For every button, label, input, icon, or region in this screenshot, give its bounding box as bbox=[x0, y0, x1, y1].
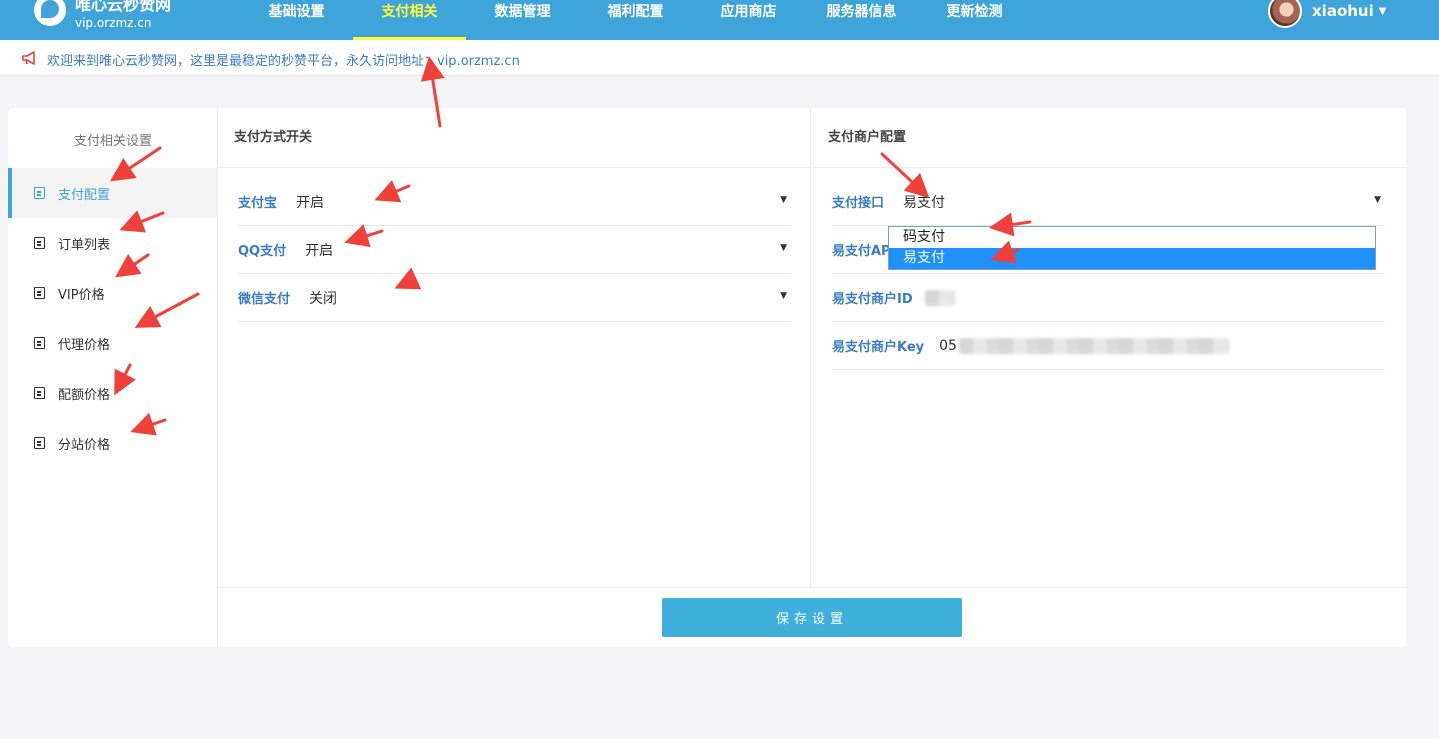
redacted-value bbox=[958, 337, 1229, 354]
sidebar-title: 支付相关设置 bbox=[73, 134, 152, 149]
sidebar: 支付相关设置 支付配置 订单列表 VIP价格 代理价格 配额价格 分站价格 bbox=[8, 108, 218, 647]
nav-server-info[interactable]: 服务器信息 bbox=[805, 0, 918, 40]
main-nav: 基础设置 支付相关 数据管理 福利配置 应用商店 服务器信息 更新检测 bbox=[240, 0, 1031, 40]
field-label: 支付宝 bbox=[238, 196, 278, 211]
dropdown-option-selected[interactable]: 易支付 bbox=[889, 248, 1375, 269]
sidebar-item-label: VIP价格 bbox=[58, 287, 105, 303]
caret-down-icon[interactable]: ▼ bbox=[780, 291, 787, 301]
document-icon bbox=[34, 187, 45, 199]
brand[interactable]: 唯心云秒赞网 vip.orzmz.cn bbox=[75, 0, 171, 31]
payment-interface-select[interactable]: 支付接口 易支付 ▼ bbox=[832, 178, 1385, 226]
avatar[interactable] bbox=[1268, 0, 1302, 28]
sidebar-item-vip-price[interactable]: VIP价格 bbox=[8, 268, 217, 318]
nav-welfare-config[interactable]: 福利配置 bbox=[579, 0, 692, 40]
select-value[interactable]: 易支付 bbox=[903, 192, 945, 212]
merchant-key-field[interactable]: 易支付商户Key 05 bbox=[832, 322, 1385, 370]
document-icon bbox=[34, 237, 45, 249]
sidebar-item-quota-price[interactable]: 配额价格 bbox=[8, 368, 217, 418]
field-label: 易支付AP bbox=[832, 244, 891, 259]
redacted-value bbox=[924, 289, 955, 306]
save-settings-button[interactable]: 保存设置 bbox=[662, 598, 962, 637]
top-navbar: 唯心云秒赞网 vip.orzmz.cn 基础设置 支付相关 数据管理 福利配置 … bbox=[0, 0, 1439, 40]
field-label: 易支付商户ID bbox=[832, 292, 913, 307]
sidebar-item-payment-config[interactable]: 支付配置 bbox=[8, 168, 217, 218]
sidebar-item-agent-price[interactable]: 代理价格 bbox=[8, 318, 217, 368]
brand-title: 唯心云秒赞网 bbox=[75, 0, 172, 14]
payment-interface-dropdown: 码支付 易支付 bbox=[888, 226, 1376, 270]
notice-text: 欢迎来到唯心云秒赞网，这里是最稳定的秒赞平台，永久访问地址：vip.orzmz.… bbox=[47, 54, 520, 69]
select-value[interactable]: 关闭 bbox=[309, 288, 337, 308]
wechatpay-select[interactable]: 微信支付 关闭 ▼ bbox=[238, 274, 791, 322]
nav-app-store[interactable]: 应用商店 bbox=[692, 0, 805, 40]
select-value[interactable]: 开启 bbox=[305, 240, 333, 260]
sidebar-item-label: 配额价格 bbox=[58, 387, 111, 403]
document-icon bbox=[34, 387, 45, 399]
payment-switch-panel: 支付方式开关 支付宝 开启 ▼ QQ支付 开启 ▼ 微信支付 关闭 ▼ bbox=[218, 108, 811, 588]
document-icon bbox=[34, 337, 45, 349]
document-icon bbox=[34, 437, 45, 449]
settings-card: 支付相关设置 支付配置 订单列表 VIP价格 代理价格 配额价格 分站价格 支付… bbox=[8, 108, 1406, 647]
merchant-config-panel: 支付商户配置 支付接口 易支付 ▼ 易支付AP 易支付商户ID 易支付商户Key… bbox=[812, 108, 1406, 588]
dropdown-option[interactable]: 码支付 bbox=[889, 227, 1375, 248]
caret-down-icon[interactable]: ▼ bbox=[780, 243, 787, 253]
select-value[interactable]: 开启 bbox=[296, 192, 324, 212]
caret-down-icon[interactable]: ▼ bbox=[1374, 195, 1381, 205]
sidebar-item-label: 分站价格 bbox=[58, 437, 111, 453]
sidebar-item-label: 支付配置 bbox=[58, 187, 111, 203]
username[interactable]: xiaohui bbox=[1312, 2, 1374, 20]
alipay-select[interactable]: 支付宝 开启 ▼ bbox=[238, 178, 791, 226]
caret-down-icon[interactable]: ▼ bbox=[780, 195, 787, 205]
field-label: 支付接口 bbox=[832, 196, 885, 211]
document-icon bbox=[34, 287, 45, 299]
nav-data-management[interactable]: 数据管理 bbox=[466, 0, 579, 40]
nav-update-check[interactable]: 更新检测 bbox=[918, 0, 1031, 40]
brand-url: vip.orzmz.cn bbox=[75, 16, 152, 30]
panel-title: 支付方式开关 bbox=[218, 108, 810, 168]
card-footer: 保存设置 bbox=[218, 587, 1406, 647]
sidebar-item-label: 代理价格 bbox=[58, 337, 111, 353]
sidebar-item-label: 订单列表 bbox=[58, 237, 111, 253]
notice-bar: 欢迎来到唯心云秒赞网，这里是最稳定的秒赞平台，永久访问地址：vip.orzmz.… bbox=[0, 40, 1439, 76]
merchant-id-field[interactable]: 易支付商户ID bbox=[832, 274, 1385, 322]
field-label: QQ支付 bbox=[238, 244, 287, 259]
panel-title: 支付商户配置 bbox=[812, 108, 1406, 168]
sidebar-item-order-list[interactable]: 订单列表 bbox=[8, 218, 217, 268]
field-label: 易支付商户Key bbox=[832, 340, 925, 355]
nav-basic-settings[interactable]: 基础设置 bbox=[240, 0, 353, 40]
qqpay-select[interactable]: QQ支付 开启 ▼ bbox=[238, 226, 791, 274]
sidebar-item-substation-price[interactable]: 分站价格 bbox=[8, 418, 217, 468]
nav-payment[interactable]: 支付相关 bbox=[353, 0, 466, 40]
logo-icon bbox=[34, 0, 66, 26]
caret-down-icon[interactable]: ▼ bbox=[1379, 6, 1387, 17]
megaphone-icon bbox=[22, 51, 35, 65]
user-menu[interactable]: xiaohui ▼ bbox=[1268, 0, 1386, 28]
field-label: 微信支付 bbox=[238, 292, 291, 307]
merchant-key-prefix: 05 bbox=[939, 337, 957, 354]
